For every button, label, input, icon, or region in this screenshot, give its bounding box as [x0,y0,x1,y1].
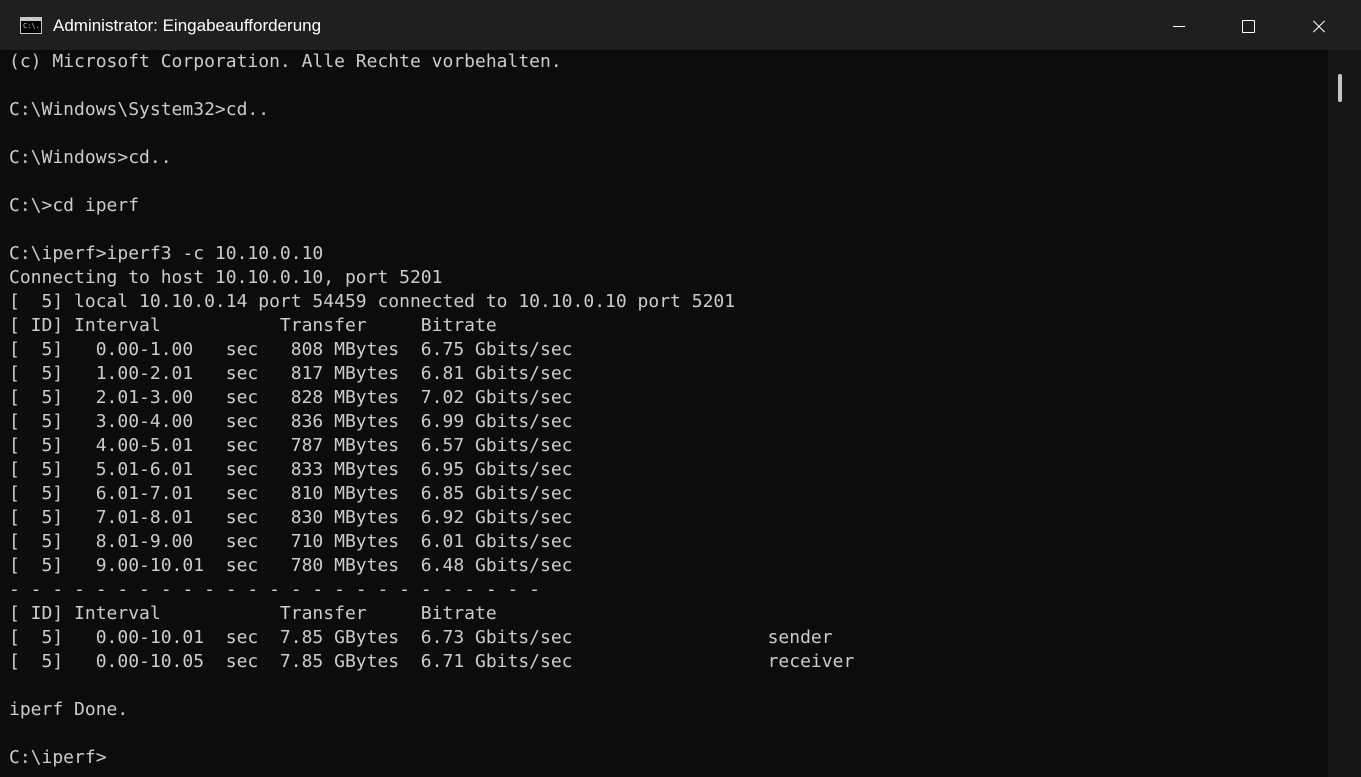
console-prompt-line[interactable]: C:\iperf> [9,746,107,770]
console-line: [ 5] 8.01-9.00 sec 710 MBytes 6.01 Gbits… [9,531,573,552]
title-bar[interactable]: C:\. Administrator: Eingabeaufforderung [0,0,1361,50]
scrollbar-thumb[interactable] [1338,74,1342,102]
console-line: C:\>cd iperf [9,195,140,216]
console-line: [ 5] 1.00-2.01 sec 817 MBytes 6.81 Gbits… [9,363,573,384]
console-line: - - - - - - - - - - - - - - - - - - - - … [9,579,541,600]
console-line: C:\iperf>iperf3 -c 10.10.0.10 [9,243,324,264]
console-line: [ ID] Interval Transfer Bitrate [9,315,497,336]
command-prompt-icon-text: C:\. [23,22,40,30]
console-line: (c) Microsoft Corporation. Alle Rechte v… [9,51,562,72]
console-line: [ 5] 9.00-10.01 sec 780 MBytes 6.48 Gbit… [9,555,573,576]
console-line: [ ID] Interval Transfer Bitrate [9,603,497,624]
vertical-scrollbar[interactable] [1328,50,1361,777]
console-output[interactable]: (c) Microsoft Corporation. Alle Rechte v… [0,50,1328,777]
console-line: C:\Windows>cd.. [9,147,172,168]
minimize-button[interactable] [1144,0,1214,50]
console-line: [ 5] 2.01-3.00 sec 828 MBytes 7.02 Gbits… [9,387,573,408]
window-title: Administrator: Eingabeaufforderung [53,16,322,35]
console-line: [ 5] 0.00-10.05 sec 7.85 GBytes 6.71 Gbi… [9,651,855,672]
console-line: C:\Windows\System32>cd.. [9,99,270,120]
console-line: [ 5] 0.00-1.00 sec 808 MBytes 6.75 Gbits… [9,339,573,360]
console-line: iperf Done. [9,699,129,720]
console-line: [ 5] local 10.10.0.14 port 54459 connect… [9,291,736,312]
cmd-window: C:\. Administrator: Eingabeaufforderung … [0,0,1361,777]
command-prompt-icon[interactable]: C:\. [20,17,42,34]
console-line: [ 5] 3.00-4.00 sec 836 MBytes 6.99 Gbits… [9,411,573,432]
console-line: [ 5] 4.00-5.01 sec 787 MBytes 6.57 Gbits… [9,435,573,456]
console-line: [ 5] 6.01-7.01 sec 810 MBytes 6.85 Gbits… [9,483,573,504]
console-line: [ 5] 0.00-10.01 sec 7.85 GBytes 6.73 Gbi… [9,627,833,648]
console-line: [ 5] 7.01-8.01 sec 830 MBytes 6.92 Gbits… [9,507,573,528]
maximize-button[interactable] [1214,0,1284,50]
console-line: [ 5] 5.01-6.01 sec 833 MBytes 6.95 Gbits… [9,459,573,480]
close-button[interactable] [1284,0,1354,50]
console-line: Connecting to host 10.10.0.10, port 5201 [9,267,443,288]
